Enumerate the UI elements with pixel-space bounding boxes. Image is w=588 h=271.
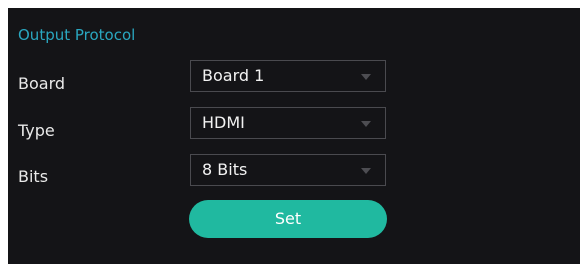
bits-select[interactable]: 8 Bits (190, 154, 386, 186)
board-select[interactable]: Board 1 (190, 60, 386, 92)
type-label: Type (18, 121, 55, 140)
bits-select-value: 8 Bits (202, 160, 248, 179)
board-label: Board (18, 74, 66, 93)
chevron-down-icon (361, 168, 371, 174)
type-select-value: HDMI (202, 113, 245, 132)
set-button-label: Set (274, 209, 302, 228)
bits-label: Bits (18, 167, 49, 186)
board-select-value: Board 1 (202, 66, 265, 85)
chevron-down-icon (361, 121, 371, 127)
output-protocol-panel: Output Protocol Board Board 1 Type HDMI … (8, 8, 580, 264)
type-select[interactable]: HDMI (190, 107, 386, 139)
panel-title: Output Protocol (18, 26, 136, 44)
set-button[interactable]: Set (189, 200, 387, 238)
chevron-down-icon (361, 74, 371, 80)
